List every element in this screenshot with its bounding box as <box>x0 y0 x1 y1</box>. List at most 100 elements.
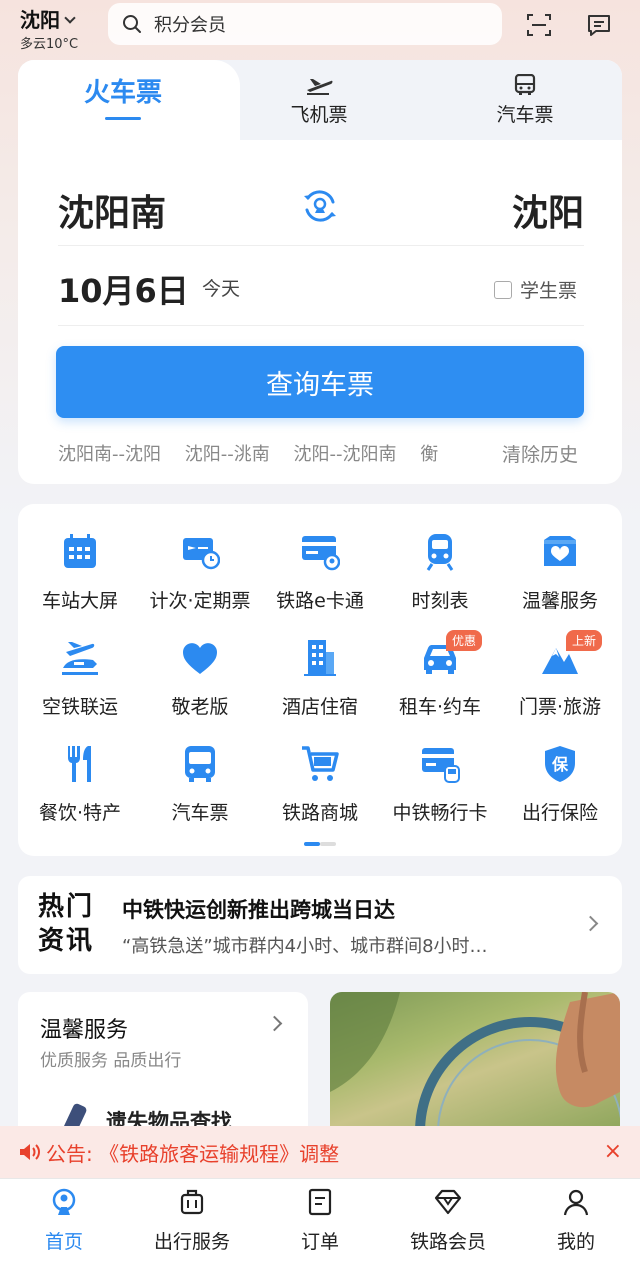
hotel-icon <box>304 640 336 676</box>
scan-icon[interactable] <box>526 12 552 38</box>
nav-travel-service[interactable]: 出行服务 <box>128 1187 256 1254</box>
history-item[interactable]: 衡 <box>420 444 438 465</box>
service-periodic-ticket[interactable]: 计次·定期票 <box>140 532 260 632</box>
search-placeholder: 积分会员 <box>154 15 226 36</box>
service-warm-service[interactable]: 温馨服务 <box>500 532 620 632</box>
news-title: 中铁快运创新推出跨城当日达 <box>122 898 395 922</box>
hot-news-tag: 热门 资讯 <box>38 890 104 958</box>
service-travel-insurance[interactable]: 保 出行保险 <box>500 744 620 844</box>
news-tag-line2: 资讯 <box>38 926 95 956</box>
tab-underline <box>105 117 141 120</box>
service-senior-mode[interactable]: 敬老版 <box>140 638 260 738</box>
swap-stations-icon[interactable] <box>300 186 340 226</box>
clear-history-button[interactable]: 清除历史 <box>496 440 579 467</box>
service-rail-mall[interactable]: 铁路商城 <box>260 744 380 844</box>
luggage-icon <box>180 1189 204 1215</box>
nav-orders[interactable]: 订单 <box>256 1187 384 1254</box>
plane-train-icon <box>62 642 98 675</box>
tab-plane-label: 飞机票 <box>290 103 348 126</box>
warm-service-card[interactable]: 温馨服务 优质服务 品质出行 遗失物品查找 <box>18 992 308 1136</box>
news-tag-line1: 热门 <box>38 892 95 922</box>
student-ticket-checkbox[interactable] <box>494 280 512 299</box>
service-label: 中铁畅行卡 <box>392 802 488 824</box>
chevron-down-icon <box>64 12 76 24</box>
nav-label: 铁路会员 <box>409 1231 486 1253</box>
shield-icon-text: 保 <box>551 755 569 774</box>
service-air-rail[interactable]: 空铁联运 <box>20 638 140 738</box>
student-ticket-label: 学生票 <box>520 280 578 302</box>
fork-knife-icon <box>68 746 91 782</box>
service-travel-card[interactable]: 中铁畅行卡 <box>380 744 500 844</box>
announcement-bar[interactable]: 公告: 《铁路旅客运输规程》调整 × <box>0 1126 640 1178</box>
chevron-right-icon <box>582 915 599 932</box>
diamond-icon <box>434 1189 462 1215</box>
close-icon[interactable]: × <box>604 1139 622 1164</box>
shield-icon: 保 <box>545 746 575 782</box>
service-photo[interactable] <box>330 992 620 1132</box>
new-badge: 上新 <box>566 630 603 651</box>
tab-bus[interactable]: 汽车票 <box>470 60 580 140</box>
nav-membership[interactable]: 铁路会员 <box>384 1187 512 1254</box>
cart-icon <box>302 746 339 781</box>
service-car-rental[interactable]: 优惠 租车·约车 <box>380 630 500 738</box>
history-item[interactable]: 沈阳--洮南 <box>185 444 270 465</box>
service-station-screen[interactable]: 车站大屏 <box>20 532 140 632</box>
bottom-navigation: 首页 出行服务 订单 铁路会员 我的 <box>0 1178 640 1271</box>
nav-profile[interactable]: 我的 <box>512 1187 640 1254</box>
heart-box-icon <box>544 536 576 566</box>
speaker-icon <box>20 1144 40 1160</box>
train-icon <box>426 534 454 571</box>
wheelchair-image <box>330 992 620 1132</box>
message-icon[interactable] <box>586 12 612 38</box>
service-timetable[interactable]: 时刻表 <box>380 532 500 632</box>
from-station[interactable]: 沈阳南 <box>58 184 166 236</box>
service-label: 时刻表 <box>411 590 469 612</box>
student-ticket-toggle[interactable]: 学生票 <box>494 276 577 303</box>
service-label: 车站大屏 <box>41 590 118 612</box>
service-label: 温馨服务 <box>521 590 598 612</box>
query-tickets-button[interactable]: 查询车票 <box>56 346 584 418</box>
city-selector[interactable]: 沈阳 多云10°C <box>20 4 78 52</box>
service-e-card[interactable]: 铁路e卡通 <box>260 532 380 632</box>
history-item[interactable]: 沈阳南--沈阳 <box>58 444 161 465</box>
service-label: 餐饮·特产 <box>38 802 122 824</box>
calendar-grid-icon <box>64 534 96 568</box>
weather-text: 多云10°C <box>20 37 79 52</box>
nav-label: 首页 <box>44 1231 83 1253</box>
service-dining[interactable]: 餐饮·特产 <box>20 744 140 844</box>
service-bus-ticket[interactable]: 汽车票 <box>140 744 260 844</box>
announcement-text: 公告: 《铁路旅客运输规程》调整 <box>46 1141 340 1166</box>
order-list-icon <box>308 1188 332 1216</box>
day-label: 今天 <box>202 278 241 300</box>
bus-icon <box>185 746 215 782</box>
card-train-icon <box>422 748 460 783</box>
promo-badge: 优惠 <box>446 630 483 651</box>
service-label: 敬老版 <box>171 696 229 718</box>
to-station[interactable]: 沈阳 <box>512 184 584 236</box>
service-label: 计次·定期票 <box>149 590 251 612</box>
service-hotel[interactable]: 酒店住宿 <box>260 638 380 738</box>
service-tickets-travel[interactable]: 上新 门票·旅游 <box>500 630 620 738</box>
header: 沈阳 多云10°C 积分会员 <box>0 0 640 56</box>
page-dot <box>320 842 336 846</box>
tab-plane[interactable]: 飞机票 <box>264 60 374 140</box>
page-dot-active <box>304 842 320 846</box>
tab-train[interactable]: 火车票 <box>68 60 178 140</box>
warm-service-title: 温馨服务 <box>40 1018 129 1043</box>
divider <box>58 245 584 246</box>
service-label: 铁路商城 <box>281 802 358 824</box>
service-label: 酒店住宿 <box>281 696 358 718</box>
hot-news-card[interactable]: 热门 资讯 中铁快运创新推出跨城当日达 “高铁急送”城市群内4小时、城市群间8小… <box>18 876 622 974</box>
news-subtitle: “高铁急送”城市群内4小时、城市群间8小时… <box>122 936 488 957</box>
services-grid: 车站大屏 计次·定期票 铁路e卡通 时刻表 温馨服务 空铁联运 敬老版 酒店住宿… <box>18 504 622 856</box>
tab-train-label: 火车票 <box>83 78 162 108</box>
bus-icon <box>514 73 536 95</box>
history-item[interactable]: 沈阳--沈阳南 <box>293 444 396 465</box>
nav-home[interactable]: 首页 <box>0 1187 128 1254</box>
city-name: 沈阳 <box>20 8 60 32</box>
search-bar[interactable]: 积分会员 <box>108 3 502 45</box>
heart-icon <box>183 643 217 674</box>
service-label: 铁路e卡通 <box>276 590 364 612</box>
travel-date[interactable]: 10月6日 <box>58 266 189 312</box>
tab-bus-label: 汽车票 <box>496 103 554 126</box>
